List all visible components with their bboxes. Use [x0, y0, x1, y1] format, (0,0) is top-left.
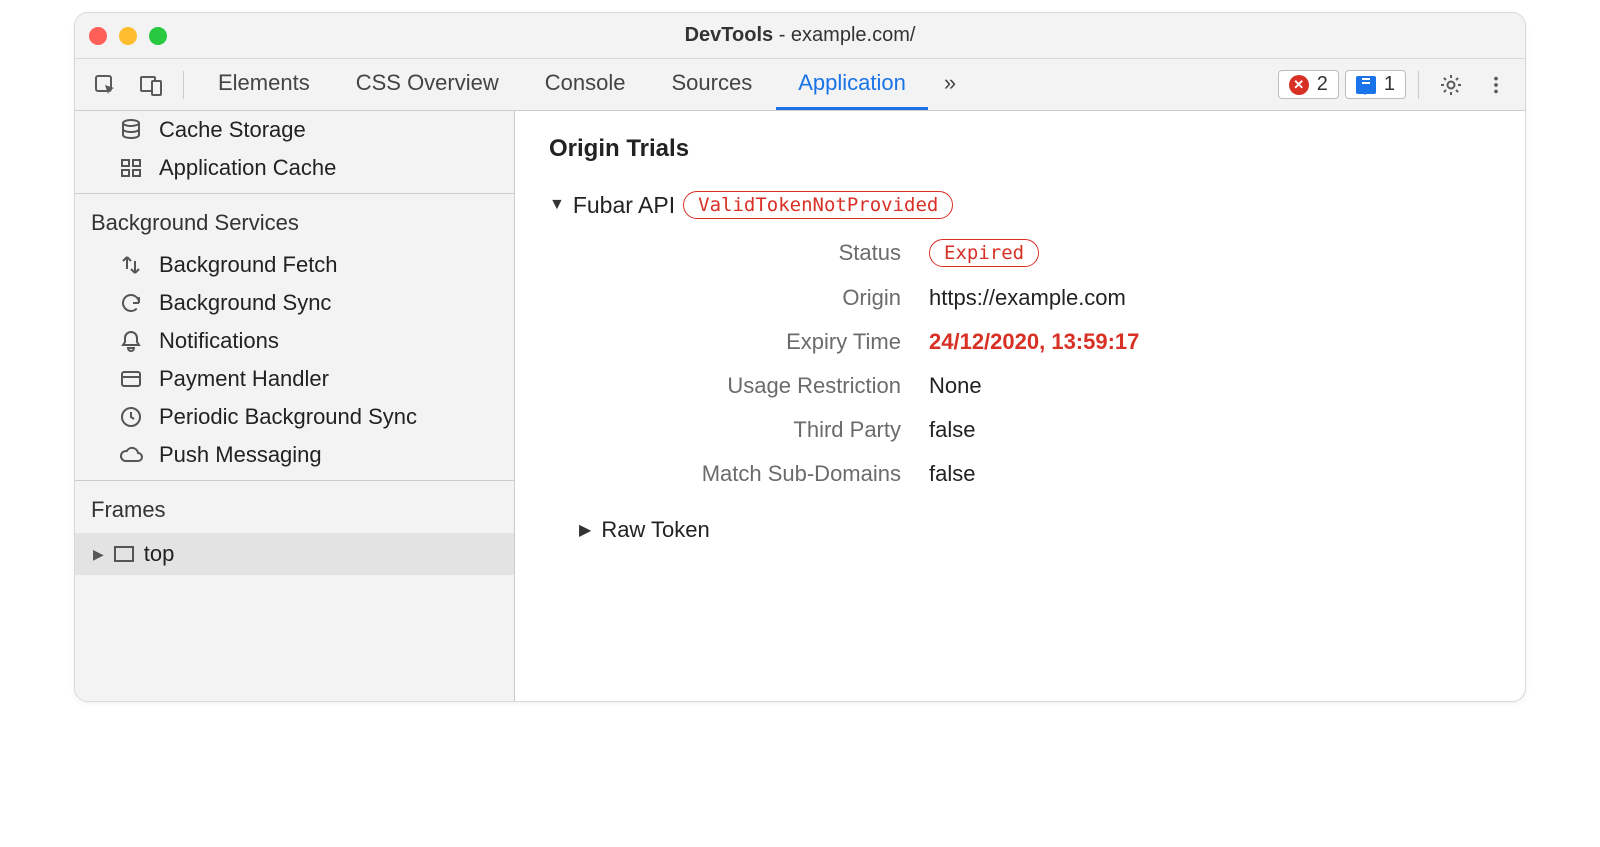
detail-value-expiry: 24/12/2020, 13:59:17	[929, 329, 1491, 355]
sidebar-label: Payment Handler	[159, 366, 329, 392]
detail-value-subdomains: false	[929, 461, 1491, 487]
section-heading: Origin Trials	[549, 135, 1491, 163]
issues-count: 1	[1384, 73, 1395, 96]
grid-icon	[117, 156, 145, 180]
sidebar-item-frame-top[interactable]: ▶ top	[75, 533, 514, 575]
zoom-window-button[interactable]	[149, 27, 167, 45]
origin-trials-panel: Origin Trials ▼ Fubar API ValidTokenNotP…	[515, 111, 1525, 701]
sidebar-item-periodic-background-sync[interactable]: Periodic Background Sync	[75, 398, 514, 436]
chevron-right-icon: ▶	[579, 520, 591, 540]
sidebar-heading-background-services: Background Services	[75, 194, 514, 246]
sidebar-item-background-sync[interactable]: Background Sync	[75, 284, 514, 322]
more-menu-button[interactable]	[1477, 67, 1515, 103]
close-window-button[interactable]	[89, 27, 107, 45]
transfer-icon	[117, 253, 145, 277]
raw-token-row[interactable]: ▶ Raw Token	[579, 517, 1491, 543]
error-count-button[interactable]: ✕ 2	[1278, 70, 1339, 99]
sidebar-item-cache-storage[interactable]: Cache Storage	[75, 111, 514, 149]
detail-key: Origin	[629, 285, 929, 311]
origin-trial-name: Fubar API	[573, 192, 675, 219]
minimize-window-button[interactable]	[119, 27, 137, 45]
tab-console[interactable]: Console	[523, 59, 648, 110]
tab-elements[interactable]: Elements	[196, 59, 332, 110]
detail-value-origin: https://example.com	[929, 285, 1491, 311]
sidebar-heading-frames: Frames	[75, 481, 514, 533]
window-title-strong: DevTools	[685, 24, 774, 46]
sidebar-item-background-fetch[interactable]: Background Fetch	[75, 246, 514, 284]
raw-token-label: Raw Token	[601, 517, 709, 543]
window-title-rest: - example.com/	[773, 24, 915, 46]
sidebar-label: Application Cache	[159, 155, 336, 181]
detail-key: Expiry Time	[629, 329, 929, 355]
settings-button[interactable]	[1431, 67, 1471, 103]
detail-key: Usage Restriction	[629, 373, 929, 399]
chevron-right-icon: ▶	[93, 546, 104, 563]
kebab-icon	[1485, 74, 1507, 96]
toolbar: Elements CSS Overview Console Sources Ap…	[75, 59, 1525, 111]
error-count: 2	[1317, 73, 1328, 96]
issues-icon	[1356, 76, 1376, 94]
detail-key: Match Sub-Domains	[629, 461, 929, 487]
tab-css-overview[interactable]: CSS Overview	[334, 59, 521, 110]
inspect-element-button[interactable]	[85, 67, 125, 103]
sidebar-label: Cache Storage	[159, 117, 306, 143]
panel-tabs: Elements CSS Overview Console Sources Ap…	[196, 59, 970, 110]
panel-body: Cache Storage Application Cache Backgrou…	[75, 111, 1525, 701]
sync-icon	[117, 291, 145, 315]
origin-trial-details: Status Expired Origin https://example.co…	[629, 239, 1491, 487]
chevron-double-right-icon: »	[944, 70, 956, 96]
chevron-down-icon: ▼	[549, 196, 565, 214]
bell-icon	[117, 329, 145, 353]
devtools-window: DevTools - example.com/ Elements CSS Ove…	[74, 12, 1526, 702]
detail-value-status: Expired	[929, 239, 1491, 267]
issues-count-button[interactable]: 1	[1345, 70, 1406, 99]
device-toolbar-button[interactable]	[131, 67, 171, 103]
tab-application[interactable]: Application	[776, 59, 928, 110]
sidebar-label: Notifications	[159, 328, 279, 354]
traffic-lights	[89, 27, 167, 45]
origin-trial-row[interactable]: ▼ Fubar API ValidTokenNotProvided	[549, 191, 1491, 219]
detail-key: Third Party	[629, 417, 929, 443]
detail-value-usage: None	[929, 373, 1491, 399]
devices-icon	[139, 73, 163, 97]
window-title: DevTools - example.com/	[75, 24, 1525, 47]
status-badge: Expired	[929, 239, 1039, 267]
toolbar-divider	[183, 71, 184, 99]
sidebar-label: Background Fetch	[159, 252, 338, 278]
gear-icon	[1439, 73, 1463, 97]
detail-value-third-party: false	[929, 417, 1491, 443]
cloud-icon	[117, 443, 145, 467]
error-icon: ✕	[1289, 75, 1309, 95]
token-status-badge: ValidTokenNotProvided	[683, 191, 953, 219]
clock-icon	[117, 405, 145, 429]
credit-card-icon	[117, 367, 145, 391]
sidebar-label: Periodic Background Sync	[159, 404, 417, 430]
sidebar-label: Push Messaging	[159, 442, 322, 468]
detail-key: Status	[629, 240, 929, 266]
sidebar-item-push-messaging[interactable]: Push Messaging	[75, 436, 514, 474]
tab-sources[interactable]: Sources	[649, 59, 774, 110]
database-icon	[117, 118, 145, 142]
sidebar-label: top	[144, 541, 175, 567]
more-tabs-button[interactable]: »	[930, 59, 970, 110]
frame-icon	[114, 546, 134, 562]
sidebar-item-application-cache[interactable]: Application Cache	[75, 149, 514, 187]
toolbar-divider	[1418, 71, 1419, 99]
sidebar-item-notifications[interactable]: Notifications	[75, 322, 514, 360]
sidebar-label: Background Sync	[159, 290, 331, 316]
titlebar: DevTools - example.com/	[75, 13, 1525, 59]
inspect-icon	[93, 73, 117, 97]
application-sidebar: Cache Storage Application Cache Backgrou…	[75, 111, 515, 701]
sidebar-item-payment-handler[interactable]: Payment Handler	[75, 360, 514, 398]
